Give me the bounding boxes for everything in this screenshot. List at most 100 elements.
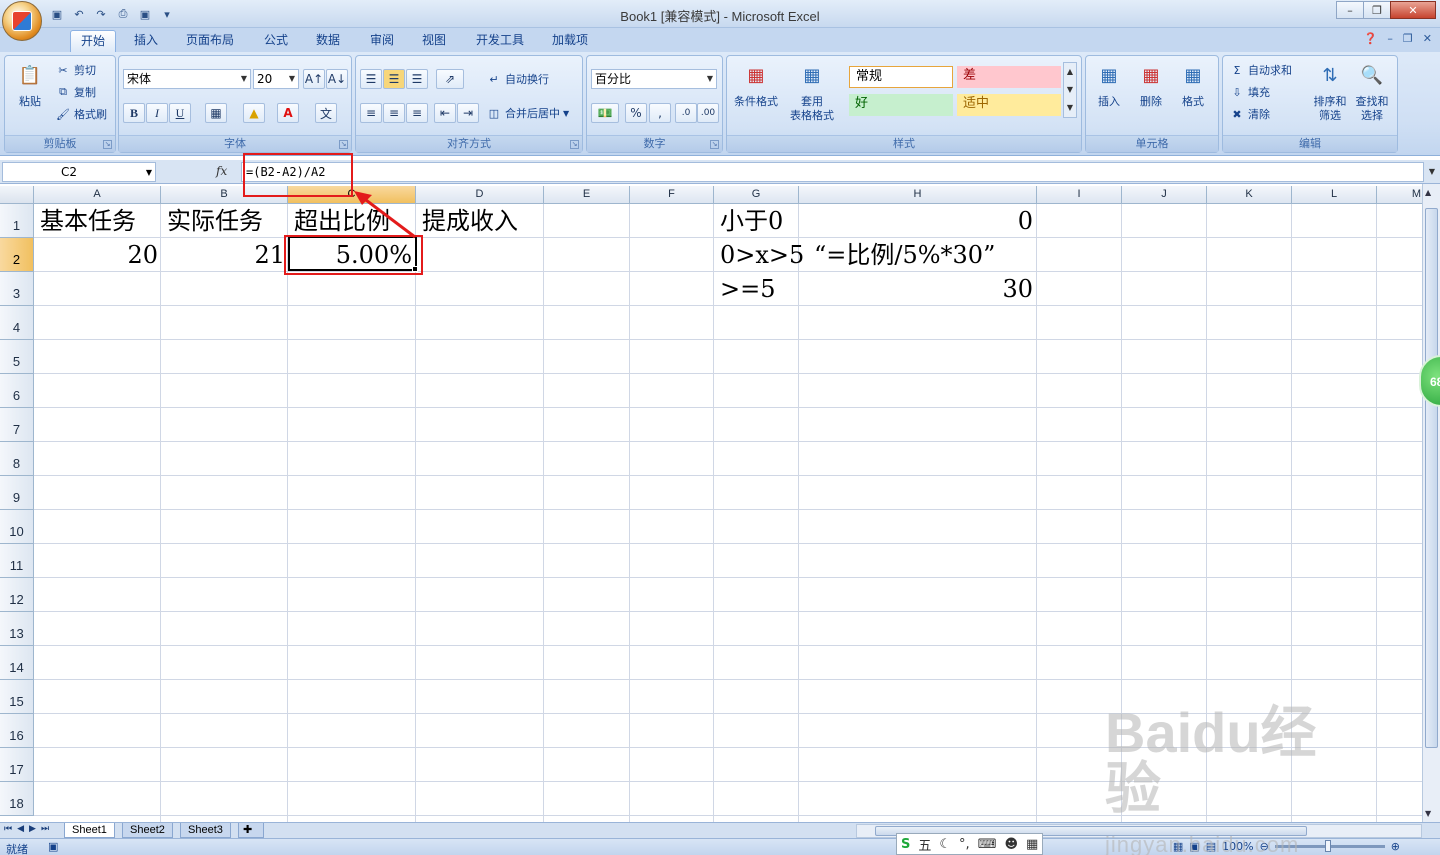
decrease-decimal-button[interactable]: .00 [697, 103, 719, 123]
ribbon-minimize-icon[interactable]: – [1387, 32, 1393, 45]
clipboard-launcher-icon[interactable]: ↘ [103, 140, 112, 149]
scroll-down-icon[interactable]: ▼ [1425, 809, 1431, 818]
format-cells-button[interactable]: ▦ 格式 [1170, 60, 1216, 109]
align-top-button[interactable]: ☰ [360, 69, 382, 89]
align-middle-button[interactable]: ☰ [383, 69, 405, 89]
zoom-in-icon[interactable]: ⊕ [1391, 840, 1400, 853]
cell-h1[interactable]: 0 [799, 204, 1037, 238]
font-color-button[interactable]: A [277, 103, 299, 123]
vertical-scroll-thumb[interactable] [1425, 208, 1438, 748]
borders-button[interactable]: ▦ [205, 103, 227, 123]
align-left-button[interactable]: ≡ [360, 103, 382, 123]
macro-record-icon[interactable]: ▣ [48, 840, 58, 853]
zoom-out-icon[interactable]: ⊖ [1260, 840, 1269, 853]
maximize-button[interactable]: ❐ [1363, 1, 1391, 19]
vertical-scrollbar[interactable]: ▲ ▼ [1422, 184, 1440, 822]
orientation-button[interactable]: ⇗ [436, 69, 464, 89]
sort-filter-button[interactable]: ⇅ 排序和 筛选 [1307, 60, 1353, 123]
cell-h3[interactable]: 30 [799, 272, 1037, 306]
tab-formulas[interactable]: 公式 [254, 30, 298, 52]
cell-b1[interactable]: 实际任务 [163, 204, 267, 238]
fill-color-button[interactable]: ▲ [243, 103, 265, 123]
cell-d1[interactable]: 提成收入 [418, 204, 522, 238]
format-painter-button[interactable]: 🖌 格式刷 [55, 104, 107, 124]
style-bad[interactable]: 差 [957, 66, 1061, 88]
style-neutral[interactable]: 适中 [957, 94, 1061, 116]
insert-cells-button[interactable]: ▦ 插入 [1086, 60, 1132, 109]
insert-function-icon[interactable]: fx [216, 164, 227, 178]
delete-cells-button[interactable]: ▦ 删除 [1128, 60, 1174, 109]
cell-a2[interactable]: 20 [34, 238, 162, 272]
expand-formula-bar-icon[interactable]: ▼ [1426, 163, 1438, 181]
accounting-format-button[interactable]: 💵 [591, 103, 619, 123]
cell-g2[interactable]: 0>x>5 [716, 238, 808, 272]
tab-review[interactable]: 审阅 [360, 30, 404, 52]
ime-toolbar[interactable]: S 五 ☾ °, ⌨ ☻ ▦ [896, 833, 1044, 855]
sheet-tab-3[interactable]: Sheet3 [180, 823, 231, 838]
ribbon-restore-icon[interactable]: ❐ [1403, 32, 1413, 45]
sheet-tab-2[interactable]: Sheet2 [122, 823, 173, 838]
increase-decimal-button[interactable]: .0 [675, 103, 697, 123]
increase-indent-button[interactable]: ⇥ [457, 103, 479, 123]
insert-sheet-icon[interactable]: ✚ [238, 823, 264, 838]
scroll-up-icon[interactable]: ▲ [1425, 188, 1431, 197]
tab-add-ins[interactable]: 加载项 [542, 30, 598, 52]
zoom-slider-knob[interactable] [1324, 840, 1331, 852]
style-normal[interactable]: 常规 [849, 66, 953, 88]
styles-scroll[interactable]: ▲ ▼ ▼ [1063, 62, 1077, 118]
autosum-button[interactable]: Σ 自动求和 [1229, 60, 1292, 80]
shrink-font-button[interactable]: A↓ [326, 69, 348, 89]
font-size-dropdown[interactable]: 20 ▼ [253, 69, 299, 89]
conditional-formatting-button[interactable]: ▦ 条件格式 [733, 60, 779, 109]
number-launcher-icon[interactable]: ↘ [710, 140, 719, 149]
find-select-button[interactable]: 🔍 查找和 选择 [1349, 60, 1395, 123]
help-icon[interactable]: ❓ [1364, 32, 1378, 45]
formula-input[interactable]: =(B2-A2)/A2 [241, 162, 1424, 182]
cell-a1[interactable]: 基本任务 [36, 204, 140, 238]
align-center-button[interactable]: ≡ [383, 103, 405, 123]
next-sheet-icon[interactable]: ▶ [29, 824, 36, 834]
tab-page-layout[interactable]: 页面布局 [176, 30, 244, 52]
comma-style-button[interactable]: , [649, 103, 671, 123]
cell-h2[interactable]: “=比例/5%*30” [810, 238, 999, 272]
font-name-dropdown[interactable]: 宋体 ▼ [123, 69, 251, 89]
copy-button[interactable]: ⧉ 复制 [55, 82, 96, 102]
wrap-text-button[interactable]: ↵ 自动换行 [486, 69, 549, 89]
cell-g1[interactable]: 小于0 [716, 204, 787, 238]
cell-b2[interactable]: 21 [161, 238, 289, 272]
name-box[interactable]: C2 ▼ [2, 162, 156, 182]
cut-button[interactable]: ✂ 剪切 [55, 60, 96, 80]
office-button[interactable] [2, 1, 42, 41]
style-good[interactable]: 好 [849, 94, 953, 116]
align-bottom-button[interactable]: ☰ [406, 69, 428, 89]
first-sheet-icon[interactable]: ⏮ [4, 824, 12, 834]
tab-view[interactable]: 视图 [412, 30, 456, 52]
ribbon-close-icon[interactable]: ✕ [1423, 32, 1432, 45]
tab-insert[interactable]: 插入 [124, 30, 168, 52]
clear-button[interactable]: ✖ 清除 [1229, 104, 1270, 124]
close-button[interactable]: ✕ [1390, 1, 1436, 19]
align-right-button[interactable]: ≡ [406, 103, 428, 123]
merge-center-button[interactable]: ◫ 合并后居中 ▼ [486, 103, 569, 123]
decrease-indent-button[interactable]: ⇤ [434, 103, 456, 123]
percent-style-button[interactable]: % [625, 103, 647, 123]
sheet-tab-1[interactable]: Sheet1 [64, 823, 115, 838]
alignment-launcher-icon[interactable]: ↘ [570, 140, 579, 149]
italic-button[interactable]: I [146, 103, 168, 123]
fill-button[interactable]: ⇩ 填充 [1229, 82, 1270, 102]
page-break-view-icon[interactable]: ▤ [1206, 840, 1216, 853]
normal-view-icon[interactable]: ▦ [1173, 840, 1183, 853]
last-sheet-icon[interactable]: ⏭ [41, 824, 49, 834]
cell-g3[interactable]: >=5 [716, 272, 780, 306]
font-launcher-icon[interactable]: ↘ [339, 140, 348, 149]
paste-button[interactable]: 📋 粘贴 [7, 60, 53, 109]
tab-data[interactable]: 数据 [306, 30, 350, 52]
phonetic-button[interactable]: 文 [315, 103, 337, 123]
grow-font-button[interactable]: A↑ [303, 69, 325, 89]
minimize-button[interactable]: – [1336, 1, 1364, 19]
zoom-level[interactable]: 100% [1222, 840, 1253, 853]
number-format-dropdown[interactable]: 百分比 ▼ [591, 69, 717, 89]
tab-home[interactable]: 开始 [70, 30, 117, 52]
prev-sheet-icon[interactable]: ◀ [17, 824, 24, 834]
tab-developer[interactable]: 开发工具 [466, 30, 534, 52]
